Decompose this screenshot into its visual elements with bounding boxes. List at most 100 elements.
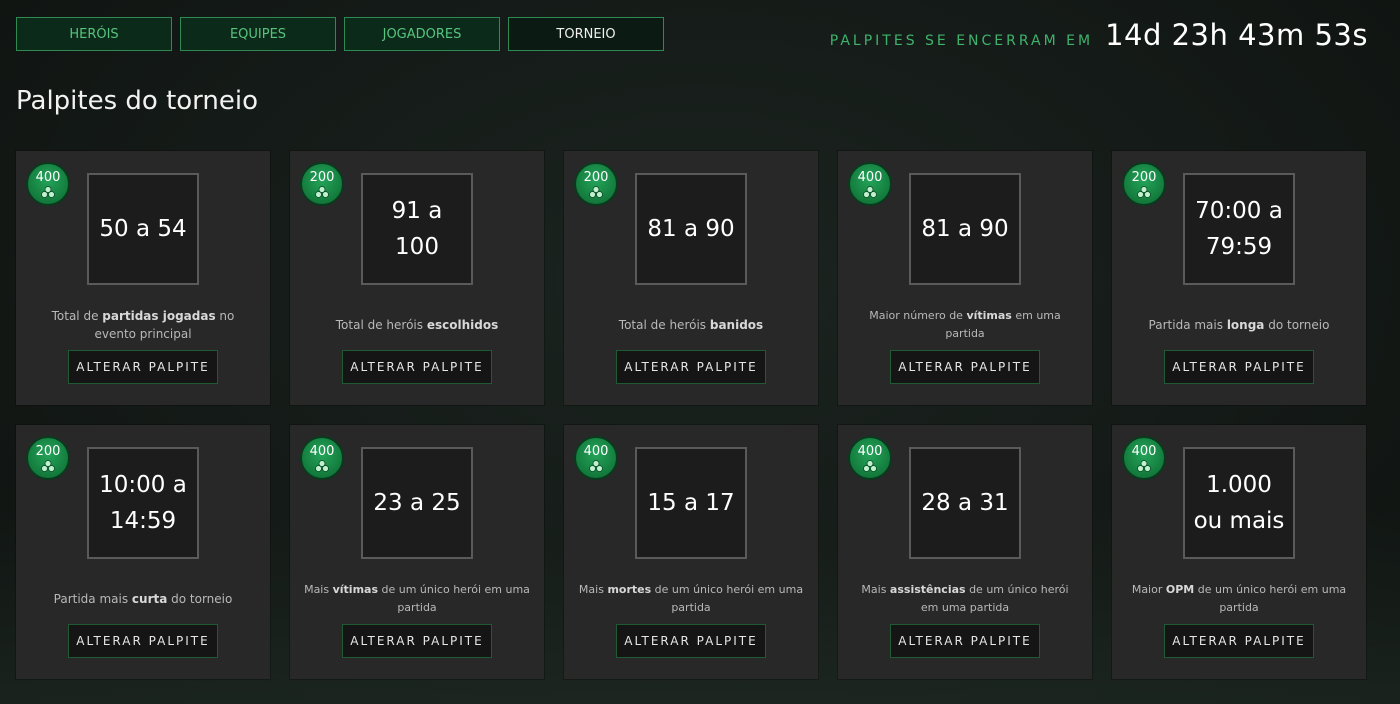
description-text: Total de heróis <box>335 318 427 332</box>
description-highlight: partidas jogadas <box>102 309 216 323</box>
prediction-card: 200 81 a 90 Total de heróis banidos ALTERAR… <box>564 151 818 405</box>
points-coin-icon <box>315 186 329 198</box>
change-prediction-button[interactable]: ALTERAR PALPITE <box>342 350 492 384</box>
countdown-timer: 14d 23h 43m 53s <box>1105 18 1368 52</box>
prediction-description: Total de heróis banidos <box>578 301 804 349</box>
description-highlight: vítimas <box>332 583 378 596</box>
prediction-description: Maior número de vítimas em uma partida <box>852 301 1078 349</box>
points-badge: 400 <box>574 436 618 480</box>
prediction-value: 15 a 17 <box>635 447 747 559</box>
prediction-value: 91 a 100 <box>361 173 473 285</box>
points-badge: 200 <box>1122 162 1166 206</box>
change-prediction-button[interactable]: ALTERAR PALPITE <box>616 624 766 658</box>
tab-torneio[interactable]: TORNEIO <box>508 17 664 51</box>
countdown: PALPITES SE ENCERRAM EM 14d 23h 43m 53s <box>830 18 1368 52</box>
prediction-value: 1.000 ou mais <box>1183 447 1295 559</box>
prediction-grid: 400 50 a 54 Total de partidas jogadas no e… <box>16 151 1366 679</box>
prediction-card: 200 10:00 a 14:59 Partida mais curta do to… <box>16 425 270 679</box>
points-value: 400 <box>857 444 883 459</box>
points-value: 200 <box>35 444 61 459</box>
description-text: Maior <box>1131 583 1166 596</box>
prediction-card: 200 70:00 a 79:59 Partida mais longa do to… <box>1112 151 1366 405</box>
prediction-card: 400 23 a 25 Mais vítimas de um único herói… <box>290 425 544 679</box>
points-value: 400 <box>309 444 335 459</box>
description-text: do torneio <box>1264 318 1330 332</box>
points-coin-icon <box>589 186 603 198</box>
points-badge: 400 <box>1122 436 1166 480</box>
description-text: Partida mais <box>53 592 132 606</box>
points-badge: 400 <box>848 436 892 480</box>
description-text: de um único herói em uma partida <box>1194 583 1347 614</box>
change-prediction-button[interactable]: ALTERAR PALPITE <box>68 350 218 384</box>
description-text: de um único herói em uma partida <box>378 583 530 614</box>
description-text: do torneio <box>167 592 233 606</box>
description-text: Mais <box>861 583 890 596</box>
description-text: Total de <box>51 309 103 323</box>
change-prediction-button[interactable]: ALTERAR PALPITE <box>1164 350 1314 384</box>
prediction-card: 400 81 a 90 Maior número de vítimas em uma… <box>838 151 1092 405</box>
points-coin-icon <box>41 186 55 198</box>
tab-herois[interactable]: HERÓIS <box>16 17 172 51</box>
points-badge: 400 <box>848 162 892 206</box>
points-coin-icon <box>863 460 877 472</box>
prediction-description: Total de heróis escolhidos <box>304 301 530 349</box>
points-coin-icon <box>41 460 55 472</box>
points-value: 400 <box>1131 444 1157 459</box>
description-highlight: longa <box>1226 318 1265 332</box>
description-highlight: banidos <box>709 318 764 332</box>
points-coin-icon <box>315 460 329 472</box>
points-value: 400 <box>35 170 61 185</box>
change-prediction-button[interactable]: ALTERAR PALPITE <box>342 624 492 658</box>
tab-equipes[interactable]: EQUIPES <box>180 17 336 51</box>
prediction-description: Mais assistências de um único herói em u… <box>852 575 1078 623</box>
description-highlight: vítimas <box>966 309 1012 322</box>
change-prediction-button[interactable]: ALTERAR PALPITE <box>890 350 1040 384</box>
description-highlight: OPM <box>1165 583 1195 596</box>
description-highlight: escolhidos <box>426 318 499 332</box>
description-highlight: mortes <box>607 583 652 596</box>
tab-jogadores[interactable]: JOGADORES <box>344 17 500 51</box>
prediction-card: 200 91 a 100 Total de heróis escolhidos ALT… <box>290 151 544 405</box>
prediction-value: 28 a 31 <box>909 447 1021 559</box>
prediction-description: Partida mais curta do torneio <box>30 575 256 623</box>
prediction-card: 400 1.000 ou mais Maior OPM de um único he… <box>1112 425 1366 679</box>
description-text: Partida mais <box>1148 318 1227 332</box>
points-value: 200 <box>309 170 335 185</box>
points-coin-icon <box>1137 460 1151 472</box>
points-coin-icon <box>589 460 603 472</box>
change-prediction-button[interactable]: ALTERAR PALPITE <box>890 624 1040 658</box>
description-text: de um único herói em uma partida <box>651 583 804 614</box>
prediction-value: 50 a 54 <box>87 173 199 285</box>
prediction-card: 400 15 a 17 Mais mortes de um único herói … <box>564 425 818 679</box>
prediction-value: 81 a 90 <box>635 173 747 285</box>
change-prediction-button[interactable]: ALTERAR PALPITE <box>68 624 218 658</box>
points-value: 400 <box>583 444 609 459</box>
prediction-card: 400 28 a 31 Mais assistências de um único … <box>838 425 1092 679</box>
points-value: 400 <box>857 170 883 185</box>
top-nav: HERÓIS EQUIPES JOGADORES TORNEIO <box>16 17 664 51</box>
description-text: Mais <box>304 583 333 596</box>
prediction-value: 70:00 a 79:59 <box>1183 173 1295 285</box>
change-prediction-button[interactable]: ALTERAR PALPITE <box>1164 624 1314 658</box>
points-value: 200 <box>583 170 609 185</box>
description-highlight: assistências <box>889 583 966 596</box>
points-value: 200 <box>1131 170 1157 185</box>
description-text: Maior número de <box>869 309 967 322</box>
prediction-description: Maior OPM de um único herói em uma parti… <box>1126 575 1352 623</box>
points-badge: 200 <box>26 436 70 480</box>
description-text: Total de heróis <box>618 318 710 332</box>
prediction-value: 81 a 90 <box>909 173 1021 285</box>
change-prediction-button[interactable]: ALTERAR PALPITE <box>616 350 766 384</box>
points-badge: 400 <box>26 162 70 206</box>
points-badge: 200 <box>300 162 344 206</box>
prediction-value: 23 a 25 <box>361 447 473 559</box>
description-highlight: curta <box>131 592 168 606</box>
prediction-description: Mais mortes de um único herói em uma par… <box>578 575 804 623</box>
points-badge: 400 <box>300 436 344 480</box>
page-title: Palpites do torneio <box>16 86 259 116</box>
points-coin-icon <box>1137 186 1151 198</box>
points-coin-icon <box>863 186 877 198</box>
points-badge: 200 <box>574 162 618 206</box>
prediction-card: 400 50 a 54 Total de partidas jogadas no e… <box>16 151 270 405</box>
prediction-value: 10:00 a 14:59 <box>87 447 199 559</box>
